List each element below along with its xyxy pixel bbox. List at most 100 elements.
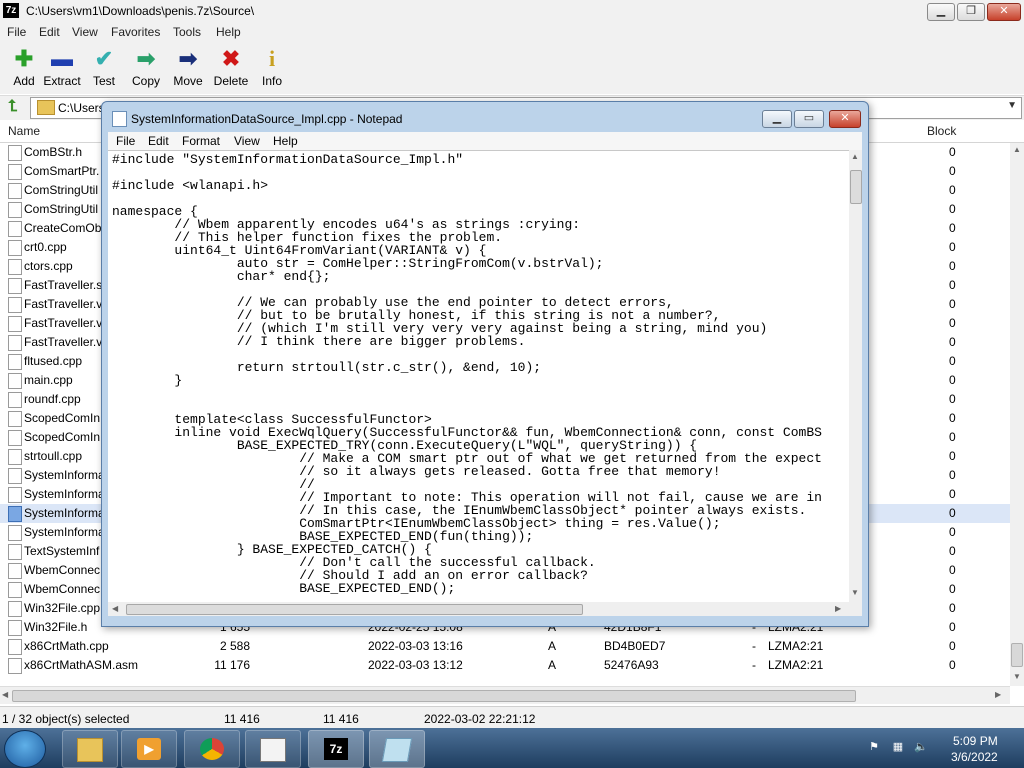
- notepad-menu-file[interactable]: File: [116, 134, 135, 148]
- extract-button[interactable]: ▬ Extract: [38, 46, 86, 92]
- file-icon: [8, 487, 22, 503]
- file-block: 0: [949, 563, 956, 577]
- notepad-close-icon[interactable]: ✕: [829, 110, 861, 128]
- copy-button[interactable]: ➡ Copy: [122, 46, 170, 92]
- notepad-menu-help[interactable]: Help: [273, 134, 298, 148]
- move-button[interactable]: ➡ Move: [164, 46, 212, 92]
- notepad-horizontal-scrollbar[interactable]: ◀ ▶: [108, 602, 849, 616]
- clock-date[interactable]: 3/6/2022: [951, 750, 998, 764]
- file-icon: [8, 430, 22, 446]
- minimize-icon[interactable]: ▁: [927, 3, 955, 21]
- 7zip-menubar: File Edit View Favorites Tools Help: [0, 22, 1024, 42]
- file-row[interactable]: x86CrtMathASM.asm 11 176 2022-03-03 13:12 A…: [0, 656, 1010, 675]
- scroll-thumb[interactable]: [1011, 643, 1023, 667]
- move-label: Move: [173, 74, 203, 88]
- file-icon: [8, 468, 22, 484]
- column-name[interactable]: Name: [8, 124, 40, 138]
- scroll-left-icon[interactable]: ◀: [112, 604, 118, 613]
- notepad-minimize-icon[interactable]: ▁: [762, 110, 792, 128]
- scroll-down-icon[interactable]: ▼: [851, 588, 859, 597]
- notepad-text-area[interactable]: #include "SystemInformationDataSource_Im…: [108, 150, 849, 603]
- file-block: 0: [949, 335, 956, 349]
- notepad-menu-edit[interactable]: Edit: [148, 134, 169, 148]
- file-size: 2 588: [219, 639, 250, 653]
- notepad-titlebar[interactable]: SystemInformationDataSource_Impl.cpp - N…: [102, 102, 868, 132]
- file-block: 0: [949, 620, 956, 634]
- notepad-menu-view[interactable]: View: [234, 134, 260, 148]
- start-button[interactable]: [4, 730, 46, 768]
- scroll-up-icon[interactable]: ▲: [1013, 145, 1021, 154]
- clock-time[interactable]: 5:09 PM: [953, 734, 998, 748]
- file-icon: [8, 354, 22, 370]
- menu-tools[interactable]: Tools: [173, 25, 201, 39]
- file-icon: [8, 449, 22, 465]
- menu-favorites[interactable]: Favorites: [111, 25, 160, 39]
- size-grip[interactable]: [849, 602, 862, 616]
- scroll-up-icon[interactable]: ▲: [851, 152, 859, 161]
- test-button[interactable]: ✔ Test: [80, 46, 128, 92]
- status-size: 11 416: [224, 712, 260, 726]
- file-attributes: A: [548, 658, 557, 672]
- menu-help[interactable]: Help: [216, 25, 241, 39]
- status-modified: 2022-03-02 22:21:12: [424, 712, 536, 726]
- test-label: Test: [92, 74, 115, 88]
- scroll-thumb[interactable]: [126, 604, 583, 615]
- notepad-menu-format[interactable]: Format: [182, 134, 220, 148]
- taskbar-7zip[interactable]: 7z: [308, 730, 364, 768]
- file-block: 0: [949, 164, 956, 178]
- file-block: 0: [949, 259, 956, 273]
- column-block[interactable]: Block: [927, 124, 956, 138]
- menu-view[interactable]: View: [72, 25, 98, 39]
- scroll-thumb[interactable]: [850, 170, 862, 204]
- notepad-vertical-scrollbar[interactable]: ▲ ▼: [849, 150, 862, 602]
- folder-icon: [37, 100, 55, 115]
- file-list-vertical-scrollbar[interactable]: ▲ ▼: [1010, 143, 1024, 686]
- taskbar-chrome[interactable]: [184, 730, 240, 768]
- file-icon: [8, 563, 22, 579]
- menu-edit[interactable]: Edit: [39, 25, 60, 39]
- up-folder-icon[interactable]: ⮤: [4, 98, 22, 116]
- taskbar-notepad[interactable]: [369, 730, 425, 768]
- taskbar-media-player[interactable]: ▶: [121, 730, 177, 768]
- file-modified: 2022-03-03 13:12: [368, 658, 463, 672]
- file-attributes: A: [548, 639, 557, 653]
- maximize-icon[interactable]: ❐: [957, 3, 985, 21]
- file-list-horizontal-scrollbar[interactable]: ◀ ▶: [0, 686, 1010, 704]
- action-center-icon[interactable]: ⚑: [866, 740, 882, 754]
- file-row[interactable]: x86CrtMath.cpp 2 588 2022-03-03 13:16 A BD4B…: [0, 637, 1010, 656]
- scroll-right-icon[interactable]: ▶: [995, 690, 1001, 699]
- file-block: 0: [949, 506, 956, 520]
- file-icon: [8, 202, 22, 218]
- file-encrypted: -: [752, 639, 756, 653]
- file-block: 0: [949, 658, 956, 672]
- file-icon: [8, 164, 22, 180]
- file-block: 0: [949, 525, 956, 539]
- menu-file[interactable]: File: [7, 25, 26, 39]
- file-icon: [8, 620, 22, 636]
- scroll-thumb[interactable]: [12, 690, 856, 702]
- file-name: x86CrtMath.cpp: [24, 639, 109, 653]
- file-block: 0: [949, 392, 956, 406]
- file-block: 0: [949, 639, 956, 653]
- notepad-window[interactable]: SystemInformationDataSource_Impl.cpp - N…: [101, 101, 869, 627]
- file-block: 0: [949, 316, 956, 330]
- file-block: 0: [949, 544, 956, 558]
- scroll-down-icon[interactable]: ▼: [1013, 672, 1021, 681]
- volume-icon[interactable]: 🔈: [913, 740, 929, 754]
- network-icon[interactable]: ▦: [890, 740, 906, 754]
- taskbar-window[interactable]: [245, 730, 301, 768]
- file-icon: [8, 316, 22, 332]
- notepad-maximize-icon[interactable]: ▭: [794, 110, 824, 128]
- file-block: 0: [949, 430, 956, 444]
- close-icon[interactable]: ✕: [987, 3, 1021, 21]
- chevron-down-icon[interactable]: ▼: [1007, 100, 1017, 111]
- taskbar-explorer[interactable]: [62, 730, 118, 768]
- info-button[interactable]: i Info: [248, 46, 296, 92]
- file-block: 0: [949, 487, 956, 501]
- notepad-content[interactable]: #include "SystemInformationDataSource_Im…: [112, 153, 822, 595]
- file-icon: [8, 183, 22, 199]
- status-packed-size: 11 416: [323, 712, 359, 726]
- file-icon: [8, 221, 22, 237]
- scroll-right-icon[interactable]: ▶: [835, 604, 841, 613]
- scroll-left-icon[interactable]: ◀: [2, 690, 8, 699]
